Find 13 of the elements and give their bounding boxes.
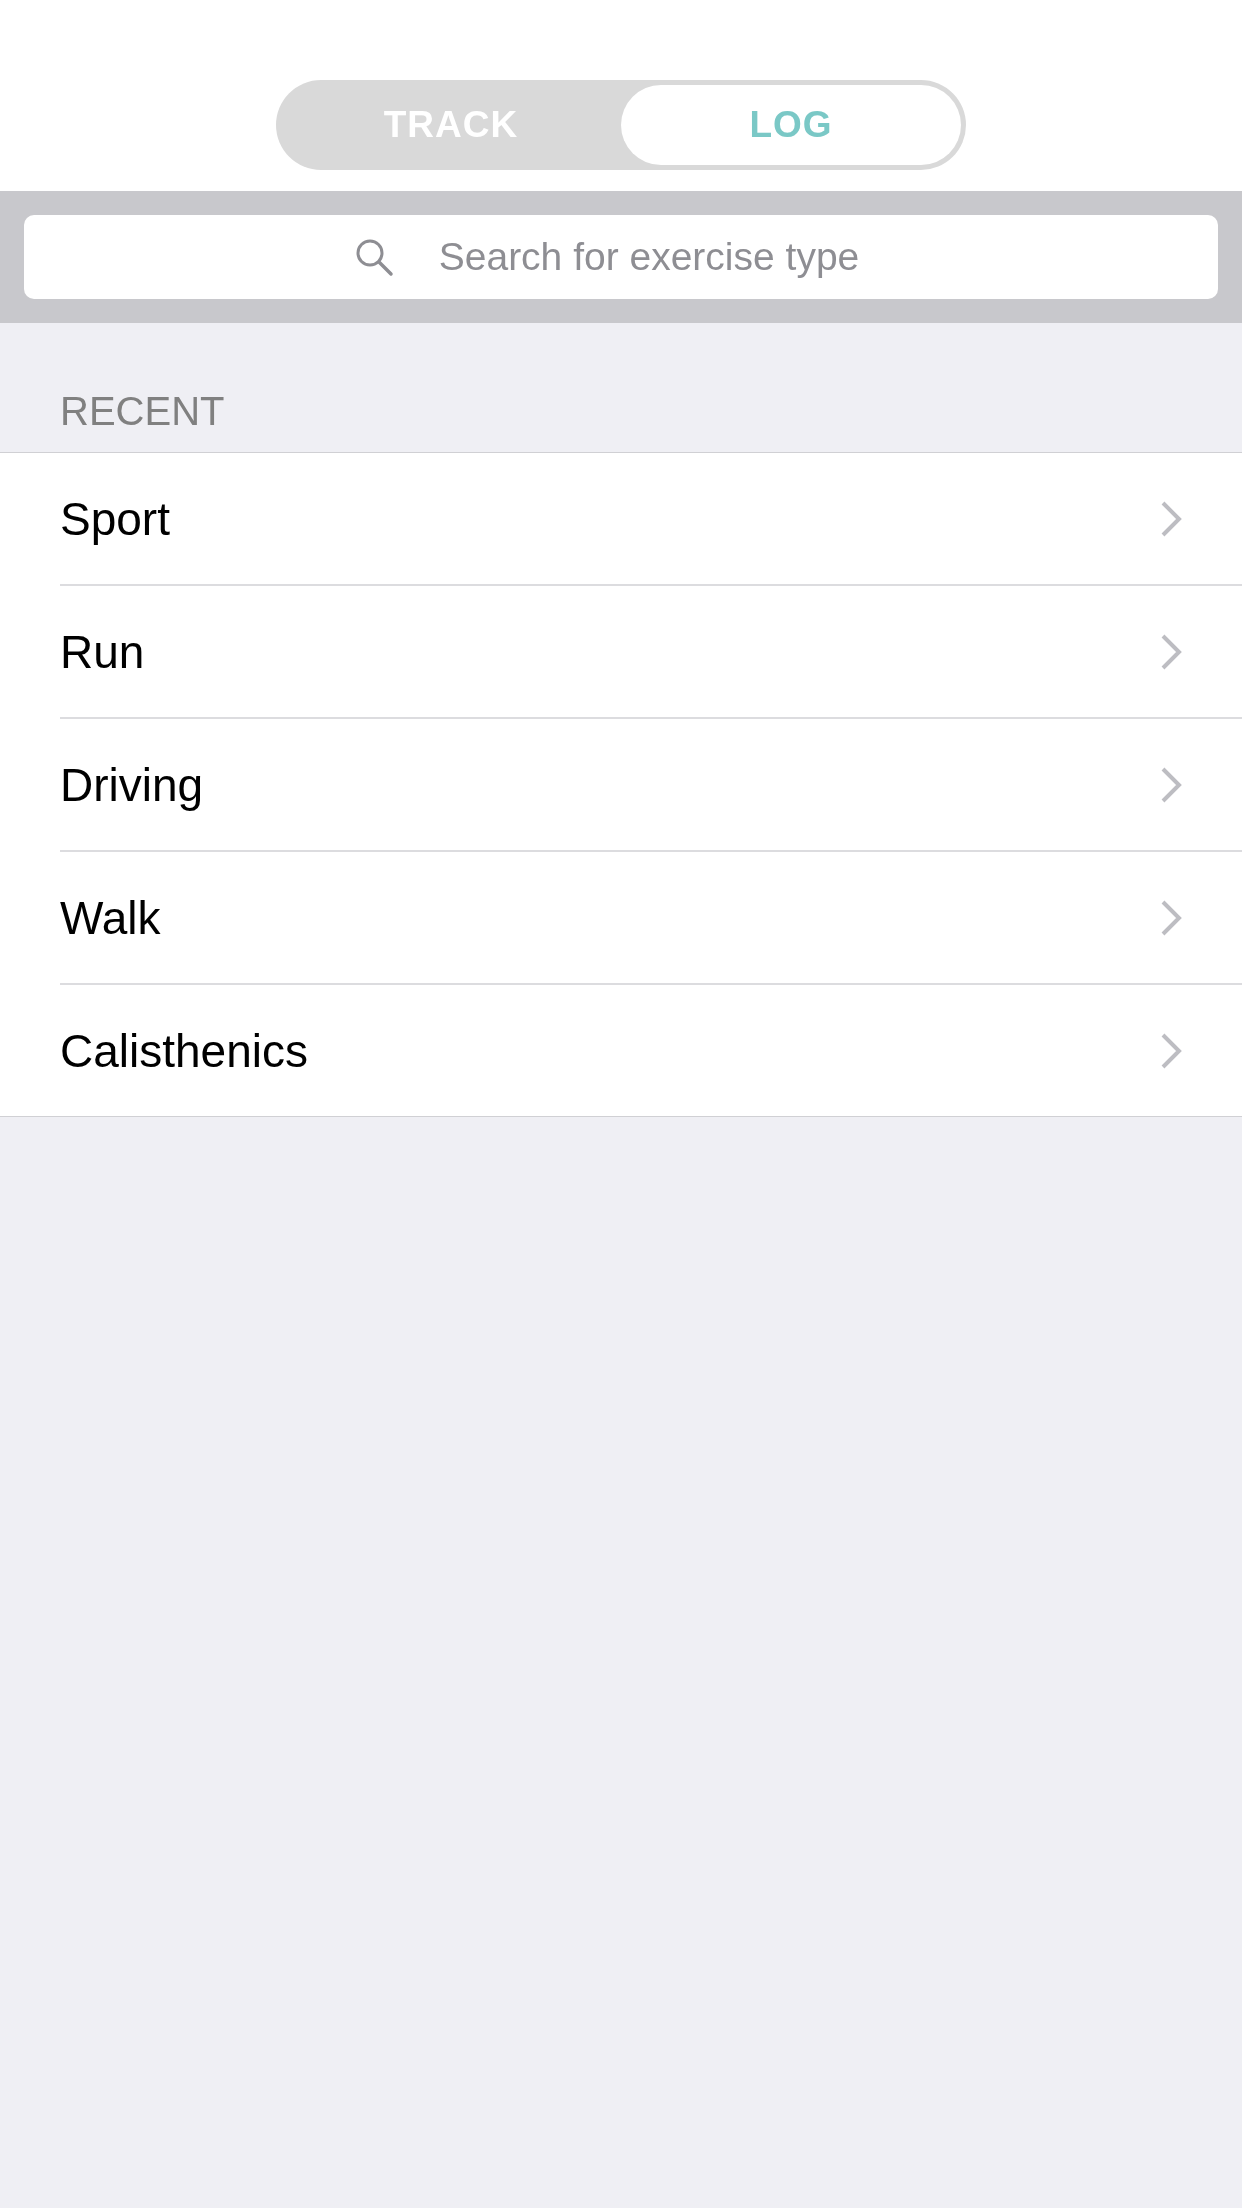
exercise-label[interactable]: Sport — [60, 491, 1160, 546]
chevron-right-icon — [1160, 499, 1182, 538]
exercise-label[interactable]: Driving — [60, 757, 1160, 812]
exercise-label[interactable]: Calisthenics — [60, 1023, 1160, 1078]
section-header: RECENT — [59, 388, 226, 435]
search-icon — [354, 237, 394, 277]
chevron-right-icon — [1160, 1031, 1182, 1070]
chevron-right-icon — [1160, 898, 1182, 937]
chevron-right-icon — [1160, 632, 1182, 671]
exercise-label[interactable]: Run — [60, 624, 1160, 679]
chevron-right-icon — [1160, 765, 1182, 804]
search-field[interactable]: Search for exercise type — [24, 215, 1218, 299]
exercise-label[interactable]: Walk — [60, 890, 1160, 945]
